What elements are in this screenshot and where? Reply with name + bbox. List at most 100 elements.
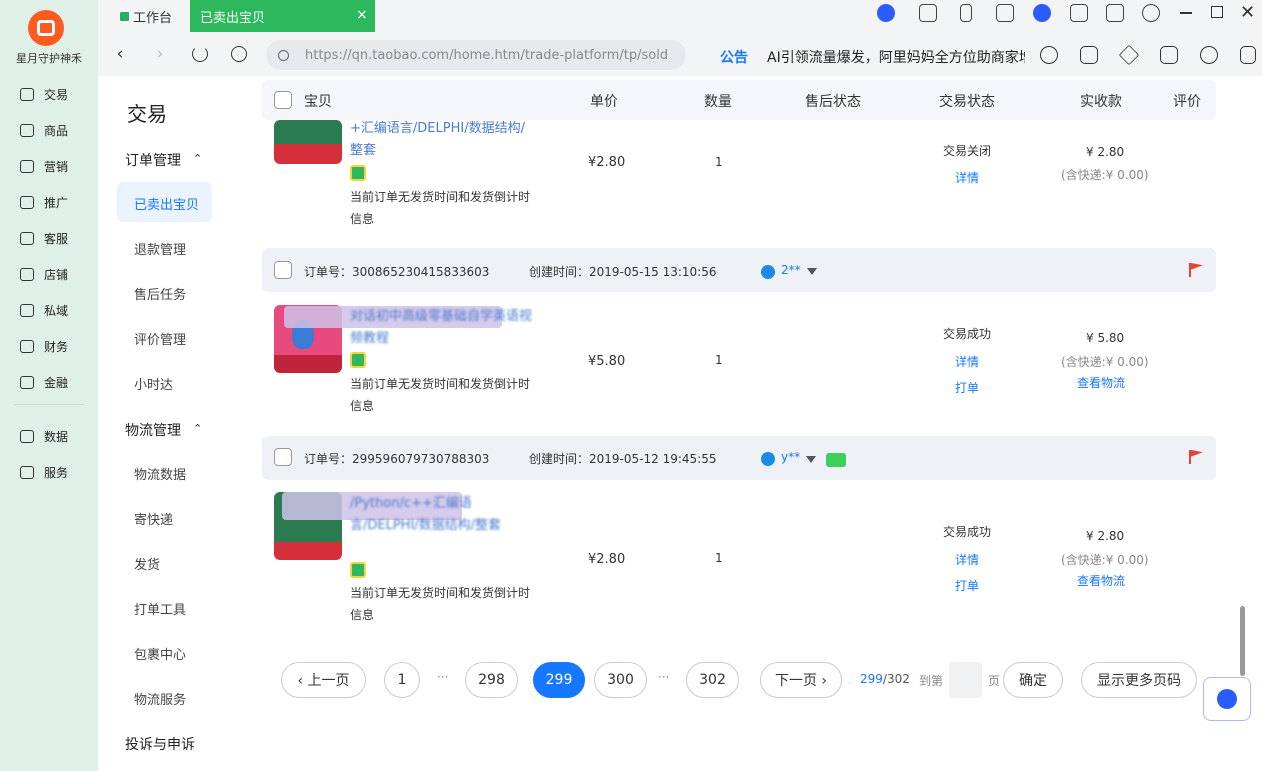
page-302-button[interactable]: 302: [686, 662, 739, 698]
flag-icon[interactable]: [1189, 263, 1191, 277]
tab-sold-items[interactable]: 已卖出宝贝: [190, 0, 375, 32]
print-link[interactable]: 打单: [955, 379, 979, 396]
forward-button[interactable]: ›: [150, 42, 170, 66]
rail-item-marketing[interactable]: 营销: [0, 150, 98, 182]
page-298-button[interactable]: 298: [465, 662, 518, 698]
buyer-name[interactable]: y**: [781, 450, 800, 464]
detail-link[interactable]: 详情: [955, 353, 979, 370]
sub-item-aftersale[interactable]: 售后任务: [134, 284, 186, 303]
view-logistics-link[interactable]: 查看物流: [1077, 572, 1125, 589]
sub-item-print-tool[interactable]: 打单工具: [134, 599, 186, 618]
bookmark-icon[interactable]: [996, 4, 1014, 22]
rail-item-trade[interactable]: 交易: [0, 78, 98, 110]
tablet-icon[interactable]: [919, 4, 937, 22]
rail-item-promotion[interactable]: 推广: [0, 186, 98, 218]
flag-icon[interactable]: [1189, 450, 1191, 464]
back-button[interactable]: ‹: [110, 42, 130, 66]
confirm-button[interactable]: 确定: [1003, 662, 1063, 698]
page-300-button[interactable]: 300: [594, 662, 647, 698]
group-order-management[interactable]: 订单管理 ⌃: [125, 150, 202, 170]
product-thumbnail[interactable]: [274, 120, 342, 164]
product-title[interactable]: +汇编语言/DELPHI/数据结构/整套: [350, 118, 535, 162]
rail-item-goods[interactable]: 商品: [0, 114, 98, 146]
notice-text[interactable]: AI引领流量爆发，阿里妈妈全方位助商家增长: [767, 47, 1025, 67]
group-complaint[interactable]: 投诉与申诉: [125, 734, 195, 754]
account-icon[interactable]: [1033, 4, 1051, 22]
shop-logo[interactable]: [28, 10, 64, 46]
page-299-button[interactable]: 299: [533, 662, 585, 698]
edit-icon[interactable]: [1070, 4, 1088, 22]
rail-item-finance[interactable]: 财务: [0, 330, 98, 362]
paid-shipping: (含快递:¥ 0.00): [1061, 553, 1149, 567]
sub-item-hourly[interactable]: 小时达: [134, 374, 173, 393]
select-all-checkbox[interactable]: [274, 91, 292, 109]
shirt-icon[interactable]: [1106, 4, 1124, 22]
paid-amount: ¥ 2.80: [1086, 145, 1125, 159]
sub-item-package[interactable]: 包裹中心: [134, 644, 186, 663]
print-link[interactable]: 打单: [955, 577, 979, 594]
col-trade-status: 交易状态: [939, 94, 995, 110]
trade-icon: [20, 87, 34, 101]
sub-item-refund[interactable]: 退款管理: [134, 239, 186, 258]
rail-item-data[interactable]: 数据: [0, 420, 98, 452]
sub-item-logistics-service[interactable]: 物流服务: [134, 689, 186, 708]
order-created-time: 创建时间：2019-05-15 13:10:56: [529, 265, 717, 279]
ship-note: 当前订单无发货时间和发货倒计时信息: [350, 377, 531, 413]
product-badge-icon: [350, 165, 366, 181]
rail-item-store[interactable]: 店铺: [0, 258, 98, 290]
lightning-icon[interactable]: [877, 4, 895, 22]
speed-icon[interactable]: [1040, 46, 1058, 64]
chat-icon[interactable]: [1240, 46, 1256, 64]
emoji-icon[interactable]: [1200, 46, 1218, 64]
minimize-icon[interactable]: [1180, 12, 1192, 14]
unit-price: ¥2.80: [588, 155, 626, 170]
rail-item-service[interactable]: 客服: [0, 222, 98, 254]
trade-status: 交易成功: [943, 327, 992, 341]
url-input[interactable]: https://qn.taobao.com/home.htm/trade-pla…: [266, 40, 686, 70]
filter-icon[interactable]: [806, 456, 816, 463]
next-page-button[interactable]: 下一页 ›: [760, 662, 842, 698]
show-more-pages-button[interactable]: 显示更多页码: [1081, 662, 1197, 698]
group-logistics[interactable]: 物流管理 ⌃: [125, 420, 202, 440]
page-ellipsis: ···: [437, 670, 449, 684]
settings-icon[interactable]: [1142, 4, 1160, 22]
maximize-icon[interactable]: [1211, 6, 1223, 18]
product-title[interactable]: 对话初中高级零基础自学英语视频教程: [350, 306, 535, 350]
filter-icon[interactable]: [807, 268, 817, 275]
copy-icon[interactable]: [1080, 46, 1098, 64]
sub-item-sold[interactable]: 已卖出宝贝: [134, 194, 199, 213]
order-checkbox[interactable]: [274, 448, 292, 466]
product-title[interactable]: /Python/c++汇编语言/DELPHI/数据结构/整套: [350, 493, 535, 537]
prev-page-button[interactable]: ‹ 上一页: [281, 662, 366, 698]
rail-divider: [14, 404, 84, 405]
headset-icon: [20, 231, 34, 245]
history-icon[interactable]: [231, 46, 247, 62]
refresh-icon[interactable]: [192, 46, 208, 62]
view-logistics-link[interactable]: 查看物流: [1077, 374, 1125, 391]
assistant-float-button[interactable]: [1203, 677, 1251, 721]
tab-close-button[interactable]: ×: [356, 7, 368, 23]
sub-item-review[interactable]: 评价管理: [134, 329, 186, 348]
goto-page-input[interactable]: [949, 662, 982, 698]
phone-icon[interactable]: [960, 4, 972, 22]
message-icon[interactable]: [826, 453, 846, 467]
sub-item-logistics-data[interactable]: 物流数据: [134, 464, 186, 483]
detail-link[interactable]: 详情: [955, 169, 979, 186]
col-paid: 实收款: [1080, 94, 1122, 110]
ship-note: 当前订单无发货时间和发货倒计时信息: [350, 586, 531, 622]
buyer-name[interactable]: 2**: [781, 263, 801, 277]
detail-link[interactable]: 详情: [955, 551, 979, 568]
sub-item-ship[interactable]: 发货: [134, 554, 160, 573]
rail-item-private[interactable]: 私域: [0, 294, 98, 326]
order-checkbox[interactable]: [274, 261, 292, 279]
folder-icon[interactable]: [1160, 46, 1178, 64]
tab-workbench[interactable]: 工作台: [120, 0, 172, 32]
window-close-icon[interactable]: ✕: [1240, 2, 1255, 23]
sub-item-courier[interactable]: 寄快递: [134, 509, 173, 528]
paid-amount: ¥ 5.80: [1086, 331, 1125, 345]
rail-item-banking[interactable]: 金融: [0, 366, 98, 398]
scrollbar[interactable]: [1240, 606, 1245, 676]
rail-item-services[interactable]: 服务: [0, 456, 98, 488]
trade-status: 交易关闭: [943, 144, 992, 158]
page-1-button[interactable]: 1: [384, 662, 420, 698]
